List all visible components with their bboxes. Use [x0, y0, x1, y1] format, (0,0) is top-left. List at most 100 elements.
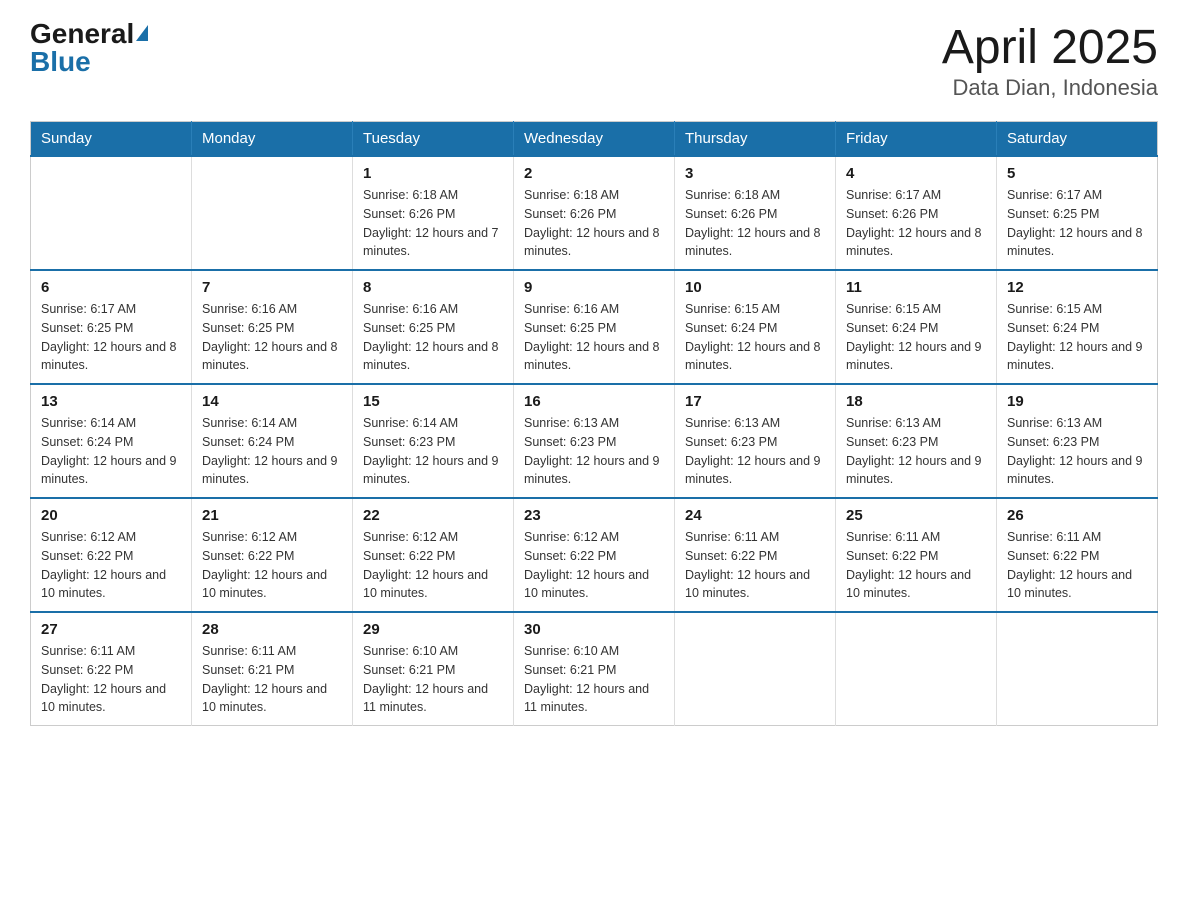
calendar-week-row: 27 Sunrise: 6:11 AMSunset: 6:22 PMDayligh…	[31, 612, 1158, 726]
day-number: 2	[524, 165, 664, 182]
day-number: 16	[524, 393, 664, 410]
weekday-header-sunday: Sunday	[31, 122, 192, 157]
day-info: Sunrise: 6:15 AMSunset: 6:24 PMDaylight:…	[685, 300, 825, 375]
calendar-day-cell: 26 Sunrise: 6:11 AMSunset: 6:22 PMDayligh…	[997, 498, 1158, 612]
calendar-day-cell: 27 Sunrise: 6:11 AMSunset: 6:22 PMDayligh…	[31, 612, 192, 726]
day-number: 6	[41, 279, 181, 296]
calendar-day-cell: 5 Sunrise: 6:17 AMSunset: 6:25 PMDaylight…	[997, 156, 1158, 270]
weekday-header-thursday: Thursday	[675, 122, 836, 157]
day-number: 28	[202, 621, 342, 638]
calendar-day-cell: 8 Sunrise: 6:16 AMSunset: 6:25 PMDaylight…	[353, 270, 514, 384]
empty-cell	[675, 612, 836, 726]
day-number: 13	[41, 393, 181, 410]
day-info: Sunrise: 6:15 AMSunset: 6:24 PMDaylight:…	[1007, 300, 1147, 375]
day-info: Sunrise: 6:16 AMSunset: 6:25 PMDaylight:…	[524, 300, 664, 375]
calendar-header-row: SundayMondayTuesdayWednesdayThursdayFrid…	[31, 122, 1158, 157]
calendar-week-row: 20 Sunrise: 6:12 AMSunset: 6:22 PMDayligh…	[31, 498, 1158, 612]
day-info: Sunrise: 6:13 AMSunset: 6:23 PMDaylight:…	[1007, 414, 1147, 489]
day-number: 18	[846, 393, 986, 410]
day-info: Sunrise: 6:12 AMSunset: 6:22 PMDaylight:…	[524, 528, 664, 603]
day-info: Sunrise: 6:10 AMSunset: 6:21 PMDaylight:…	[524, 642, 664, 717]
title-block: April 2025 Data Dian, Indonesia	[942, 20, 1158, 101]
empty-cell	[192, 156, 353, 270]
day-info: Sunrise: 6:17 AMSunset: 6:25 PMDaylight:…	[1007, 186, 1147, 261]
day-number: 19	[1007, 393, 1147, 410]
day-number: 14	[202, 393, 342, 410]
calendar-day-cell: 12 Sunrise: 6:15 AMSunset: 6:24 PMDayligh…	[997, 270, 1158, 384]
calendar-day-cell: 9 Sunrise: 6:16 AMSunset: 6:25 PMDaylight…	[514, 270, 675, 384]
day-number: 20	[41, 507, 181, 524]
day-info: Sunrise: 6:13 AMSunset: 6:23 PMDaylight:…	[846, 414, 986, 489]
day-number: 21	[202, 507, 342, 524]
day-info: Sunrise: 6:17 AMSunset: 6:26 PMDaylight:…	[846, 186, 986, 261]
day-number: 17	[685, 393, 825, 410]
day-number: 22	[363, 507, 503, 524]
page-title: April 2025	[942, 20, 1158, 75]
day-info: Sunrise: 6:11 AMSunset: 6:22 PMDaylight:…	[846, 528, 986, 603]
day-number: 24	[685, 507, 825, 524]
day-info: Sunrise: 6:11 AMSunset: 6:21 PMDaylight:…	[202, 642, 342, 717]
page-subtitle: Data Dian, Indonesia	[942, 75, 1158, 101]
calendar-day-cell: 29Sunrise: 6:10 AMSunset: 6:21 PMDayligh…	[353, 612, 514, 726]
calendar-day-cell: 24 Sunrise: 6:11 AMSunset: 6:22 PMDayligh…	[675, 498, 836, 612]
calendar-day-cell: 10Sunrise: 6:15 AMSunset: 6:24 PMDayligh…	[675, 270, 836, 384]
day-number: 9	[524, 279, 664, 296]
day-number: 12	[1007, 279, 1147, 296]
day-number: 26	[1007, 507, 1147, 524]
calendar-day-cell: 25 Sunrise: 6:11 AMSunset: 6:22 PMDayligh…	[836, 498, 997, 612]
day-info: Sunrise: 6:11 AMSunset: 6:22 PMDaylight:…	[41, 642, 181, 717]
calendar-day-cell: 6 Sunrise: 6:17 AMSunset: 6:25 PMDaylight…	[31, 270, 192, 384]
calendar-day-cell: 7 Sunrise: 6:16 AMSunset: 6:25 PMDaylight…	[192, 270, 353, 384]
day-number: 27	[41, 621, 181, 638]
calendar-day-cell: 13Sunrise: 6:14 AMSunset: 6:24 PMDayligh…	[31, 384, 192, 498]
day-info: Sunrise: 6:12 AMSunset: 6:22 PMDaylight:…	[202, 528, 342, 603]
day-info: Sunrise: 6:14 AMSunset: 6:23 PMDaylight:…	[363, 414, 503, 489]
day-number: 7	[202, 279, 342, 296]
weekday-header-saturday: Saturday	[997, 122, 1158, 157]
empty-cell	[31, 156, 192, 270]
calendar-day-cell: 30Sunrise: 6:10 AMSunset: 6:21 PMDayligh…	[514, 612, 675, 726]
empty-cell	[997, 612, 1158, 726]
logo: General Blue	[30, 20, 148, 76]
empty-cell	[836, 612, 997, 726]
calendar-day-cell: 14Sunrise: 6:14 AMSunset: 6:24 PMDayligh…	[192, 384, 353, 498]
weekday-header-friday: Friday	[836, 122, 997, 157]
day-number: 11	[846, 279, 986, 296]
calendar-day-cell: 3Sunrise: 6:18 AMSunset: 6:26 PMDaylight…	[675, 156, 836, 270]
weekday-header-monday: Monday	[192, 122, 353, 157]
day-number: 3	[685, 165, 825, 182]
day-info: Sunrise: 6:15 AMSunset: 6:24 PMDaylight:…	[846, 300, 986, 375]
day-info: Sunrise: 6:12 AMSunset: 6:22 PMDaylight:…	[41, 528, 181, 603]
calendar-day-cell: 15 Sunrise: 6:14 AMSunset: 6:23 PMDayligh…	[353, 384, 514, 498]
day-info: Sunrise: 6:16 AMSunset: 6:25 PMDaylight:…	[363, 300, 503, 375]
logo-blue-text: Blue	[30, 48, 91, 76]
logo-general-text: General	[30, 20, 134, 48]
day-info: Sunrise: 6:12 AMSunset: 6:22 PMDaylight:…	[363, 528, 503, 603]
calendar-table: SundayMondayTuesdayWednesdayThursdayFrid…	[30, 121, 1158, 726]
calendar-day-cell: 19 Sunrise: 6:13 AMSunset: 6:23 PMDayligh…	[997, 384, 1158, 498]
day-info: Sunrise: 6:18 AMSunset: 6:26 PMDaylight:…	[524, 186, 664, 261]
day-info: Sunrise: 6:13 AMSunset: 6:23 PMDaylight:…	[685, 414, 825, 489]
day-number: 23	[524, 507, 664, 524]
calendar-day-cell: 21 Sunrise: 6:12 AMSunset: 6:22 PMDayligh…	[192, 498, 353, 612]
calendar-day-cell: 23 Sunrise: 6:12 AMSunset: 6:22 PMDayligh…	[514, 498, 675, 612]
day-number: 5	[1007, 165, 1147, 182]
day-number: 15	[363, 393, 503, 410]
calendar-week-row: 13Sunrise: 6:14 AMSunset: 6:24 PMDayligh…	[31, 384, 1158, 498]
calendar-day-cell: 11 Sunrise: 6:15 AMSunset: 6:24 PMDayligh…	[836, 270, 997, 384]
day-number: 25	[846, 507, 986, 524]
day-number: 8	[363, 279, 503, 296]
day-number: 29	[363, 621, 503, 638]
day-number: 1	[363, 165, 503, 182]
day-info: Sunrise: 6:18 AMSunset: 6:26 PMDaylight:…	[363, 186, 503, 261]
calendar-day-cell: 22 Sunrise: 6:12 AMSunset: 6:22 PMDayligh…	[353, 498, 514, 612]
calendar-day-cell: 20 Sunrise: 6:12 AMSunset: 6:22 PMDayligh…	[31, 498, 192, 612]
calendar-day-cell: 1 Sunrise: 6:18 AMSunset: 6:26 PMDaylight…	[353, 156, 514, 270]
calendar-day-cell: 18 Sunrise: 6:13 AMSunset: 6:23 PMDayligh…	[836, 384, 997, 498]
day-info: Sunrise: 6:17 AMSunset: 6:25 PMDaylight:…	[41, 300, 181, 375]
calendar-day-cell: 2 Sunrise: 6:18 AMSunset: 6:26 PMDaylight…	[514, 156, 675, 270]
calendar-day-cell: 17 Sunrise: 6:13 AMSunset: 6:23 PMDayligh…	[675, 384, 836, 498]
day-info: Sunrise: 6:11 AMSunset: 6:22 PMDaylight:…	[685, 528, 825, 603]
day-info: Sunrise: 6:16 AMSunset: 6:25 PMDaylight:…	[202, 300, 342, 375]
day-info: Sunrise: 6:11 AMSunset: 6:22 PMDaylight:…	[1007, 528, 1147, 603]
